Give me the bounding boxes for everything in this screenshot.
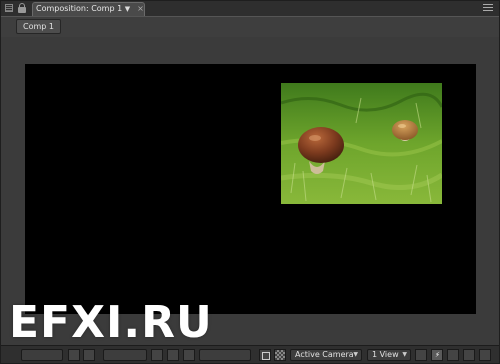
composition-panel: Composition: Comp 1 ▼ × Comp 1 EFXI.RU A… — [0, 0, 500, 364]
camera-view-dropdown[interactable]: Active Camera ▼ — [290, 349, 362, 361]
resolution-dropdown[interactable] — [199, 349, 251, 361]
tab-title: Composition: Comp 1 — [36, 4, 123, 13]
mushroom-footage-layer[interactable] — [281, 83, 442, 204]
tab-menu-arrow-icon[interactable]: ▼ — [122, 4, 133, 14]
safe-zones-icon[interactable] — [68, 349, 80, 361]
transparency-grid-icon[interactable] — [274, 349, 286, 361]
fast-preview-icon[interactable]: ⚡ — [431, 349, 443, 361]
view-layout-label: 1 View — [372, 350, 399, 359]
magnification-dropdown[interactable] — [21, 349, 63, 361]
chevron-down-icon: ▼ — [402, 351, 407, 358]
chevron-down-icon: ▼ — [353, 351, 358, 358]
comp-breadcrumb[interactable]: Comp 1 — [16, 19, 61, 34]
panel-tab-bar: Composition: Comp 1 ▼ × — [1, 1, 499, 17]
viewer-toolbar: Active Camera ▼ 1 View ▼ ⚡ — [1, 345, 499, 363]
timecode-field[interactable] — [103, 349, 147, 361]
view-layout-dropdown[interactable]: 1 View ▼ — [367, 349, 411, 361]
watermark-text: EFXI.RU — [9, 297, 213, 348]
timeline-icon[interactable] — [447, 349, 459, 361]
grid-icon[interactable] — [83, 349, 95, 361]
panel-grip-icon[interactable] — [5, 4, 13, 12]
panel-flyout-menu-icon[interactable] — [483, 4, 493, 13]
lock-icon[interactable] — [18, 3, 26, 13]
mushroom-photo — [281, 83, 442, 204]
show-snapshot-icon[interactable] — [167, 349, 179, 361]
pixel-aspect-icon[interactable] — [415, 349, 427, 361]
flowchart-icon[interactable] — [463, 349, 475, 361]
camera-view-label: Active Camera — [295, 350, 354, 359]
show-channel-icon[interactable] — [183, 349, 195, 361]
snapshot-icon[interactable] — [151, 349, 163, 361]
composition-frame — [25, 64, 476, 314]
exposure-icon[interactable] — [479, 349, 491, 361]
region-of-interest-icon[interactable] — [259, 349, 271, 361]
tab-composition[interactable]: Composition: Comp 1 ▼ × — [32, 2, 145, 16]
tab-close-icon[interactable]: × — [136, 4, 145, 14]
